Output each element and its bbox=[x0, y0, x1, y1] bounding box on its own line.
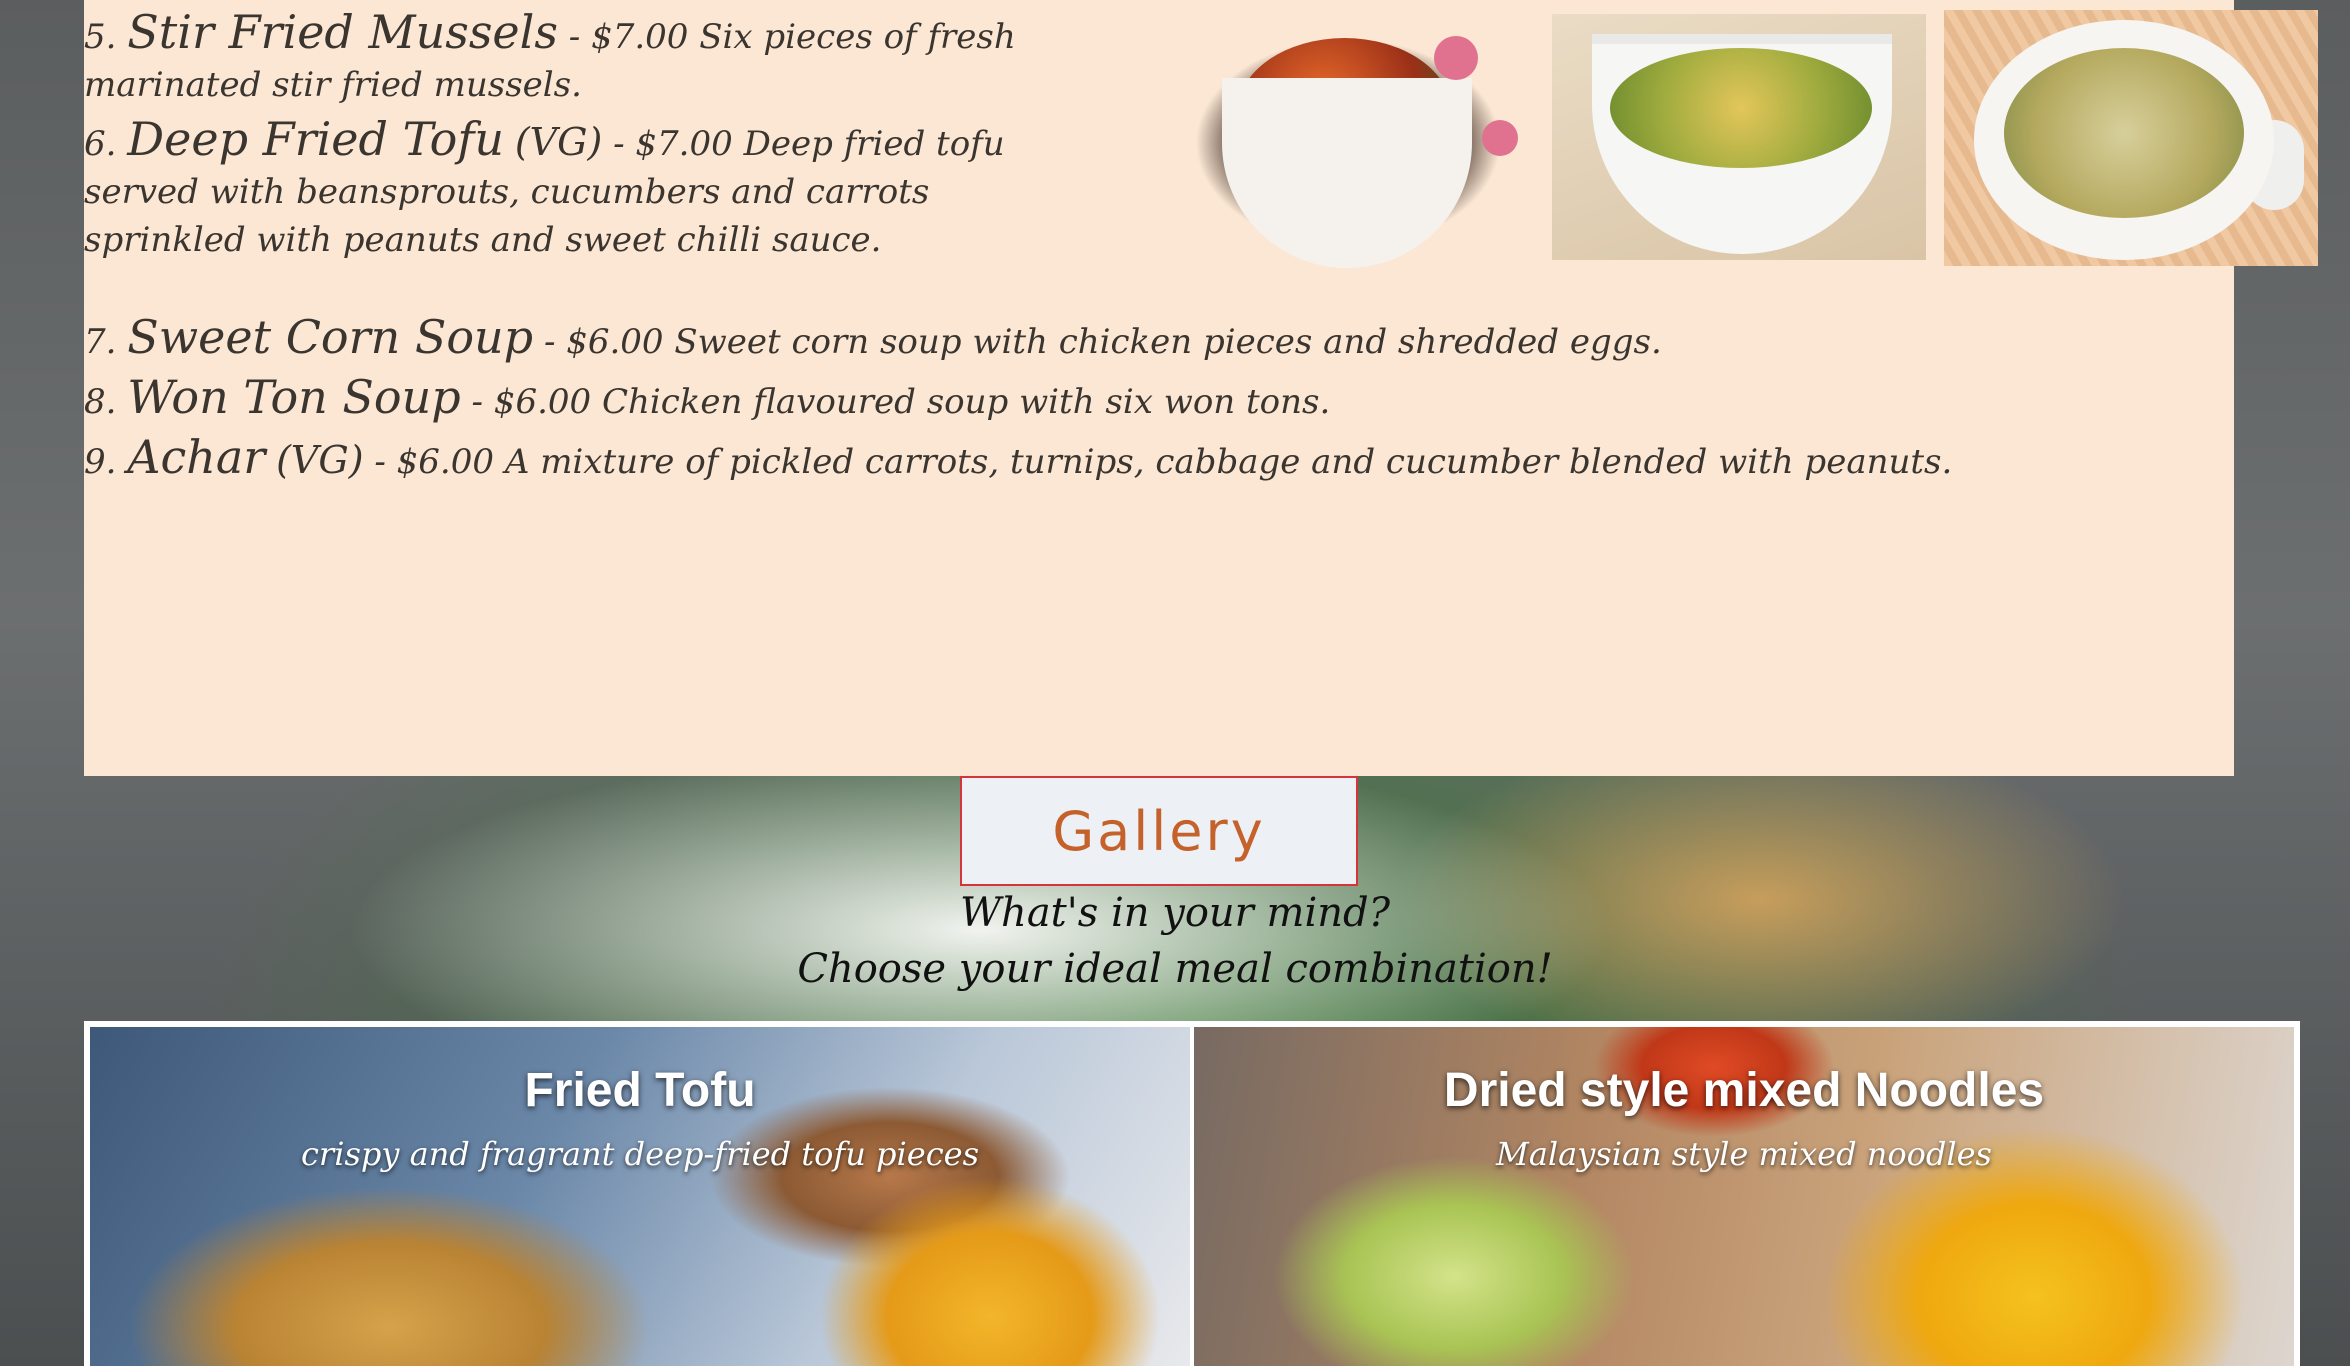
menu-item-deep-fried-tofu: 6. Deep Fried Tofu (VG) - $7.00 Deep fri… bbox=[84, 115, 1044, 264]
item-number: 5. bbox=[84, 17, 117, 57]
mussels-photo bbox=[1162, 8, 1534, 268]
gallery-strip: Fried Tofu crispy and fragrant deep-frie… bbox=[84, 1021, 2300, 1366]
gallery-subtitle-2: Choose your ideal meal combination! bbox=[797, 946, 1553, 992]
item-price: - $7.00 bbox=[613, 124, 733, 164]
gallery-heading: Gallery bbox=[960, 776, 1358, 886]
soup-broth bbox=[2004, 48, 2244, 218]
gallery-subtitle-1: What's in your mind? bbox=[959, 890, 1391, 936]
item-description: Chicken flavoured soup with six won tons… bbox=[601, 382, 1331, 422]
item-name: Won Ton Soup bbox=[127, 370, 461, 424]
menu-item-won-ton-soup: 8. Won Ton Soup - $6.00 Chicken flavoure… bbox=[84, 373, 1684, 426]
card-subtitle: Malaysian style mixed noodles bbox=[1496, 1135, 1992, 1173]
vegan-tag: (VG) bbox=[514, 120, 603, 164]
gallery-card-mixed-noodles[interactable]: Dried style mixed Noodles Malaysian styl… bbox=[1194, 1027, 2294, 1366]
item-number: 9. bbox=[84, 442, 117, 482]
item-name: Stir Fried Mussels bbox=[127, 5, 558, 59]
flower-decoration bbox=[1434, 36, 1478, 80]
menu-item-sweet-corn-soup: 7. Sweet Corn Soup - $6.00 Sweet corn so… bbox=[84, 313, 1684, 366]
card-subtitle: crispy and fragrant deep-fried tofu piec… bbox=[301, 1135, 979, 1173]
gallery-heading-text: Gallery bbox=[1052, 799, 1266, 863]
item-number: 6. bbox=[84, 124, 117, 164]
menu-item-stir-fried-mussels: 5. Stir Fried Mussels - $7.00 Six pieces… bbox=[84, 8, 1064, 109]
card-title: Dried style mixed Noodles bbox=[1443, 1064, 2045, 1117]
won-ton-soup-photo bbox=[1944, 10, 2318, 266]
item-number: 7. bbox=[84, 322, 117, 362]
item-description: Sweet corn soup with chicken pieces and … bbox=[674, 322, 1662, 362]
gallery-card-fried-tofu[interactable]: Fried Tofu crispy and fragrant deep-frie… bbox=[90, 1027, 1190, 1366]
item-name: Sweet Corn Soup bbox=[127, 310, 534, 364]
menu-panel: 5. Stir Fried Mussels - $7.00 Six pieces… bbox=[84, 0, 2318, 776]
item-price: - $6.00 bbox=[374, 442, 495, 482]
item-number: 8. bbox=[84, 382, 117, 422]
item-name: Achar bbox=[127, 430, 266, 484]
vegetable-curry-photo bbox=[1552, 14, 1926, 260]
vegan-tag: (VG) bbox=[276, 438, 364, 482]
flower-decoration bbox=[1482, 120, 1518, 156]
curry-food bbox=[1610, 48, 1872, 168]
card-title: Fried Tofu bbox=[524, 1064, 756, 1117]
item-description: A mixture of pickled carrots, turnips, c… bbox=[504, 442, 1953, 482]
menu-item-achar: 9. Achar (VG) - $6.00 A mixture of pickl… bbox=[84, 433, 2084, 486]
item-name: Deep Fried Tofu bbox=[127, 112, 505, 166]
mussels-bowl bbox=[1222, 78, 1472, 268]
item-price: - $7.00 bbox=[568, 17, 689, 57]
item-price: - $6.00 bbox=[543, 322, 664, 362]
item-price: - $6.00 bbox=[471, 382, 592, 422]
